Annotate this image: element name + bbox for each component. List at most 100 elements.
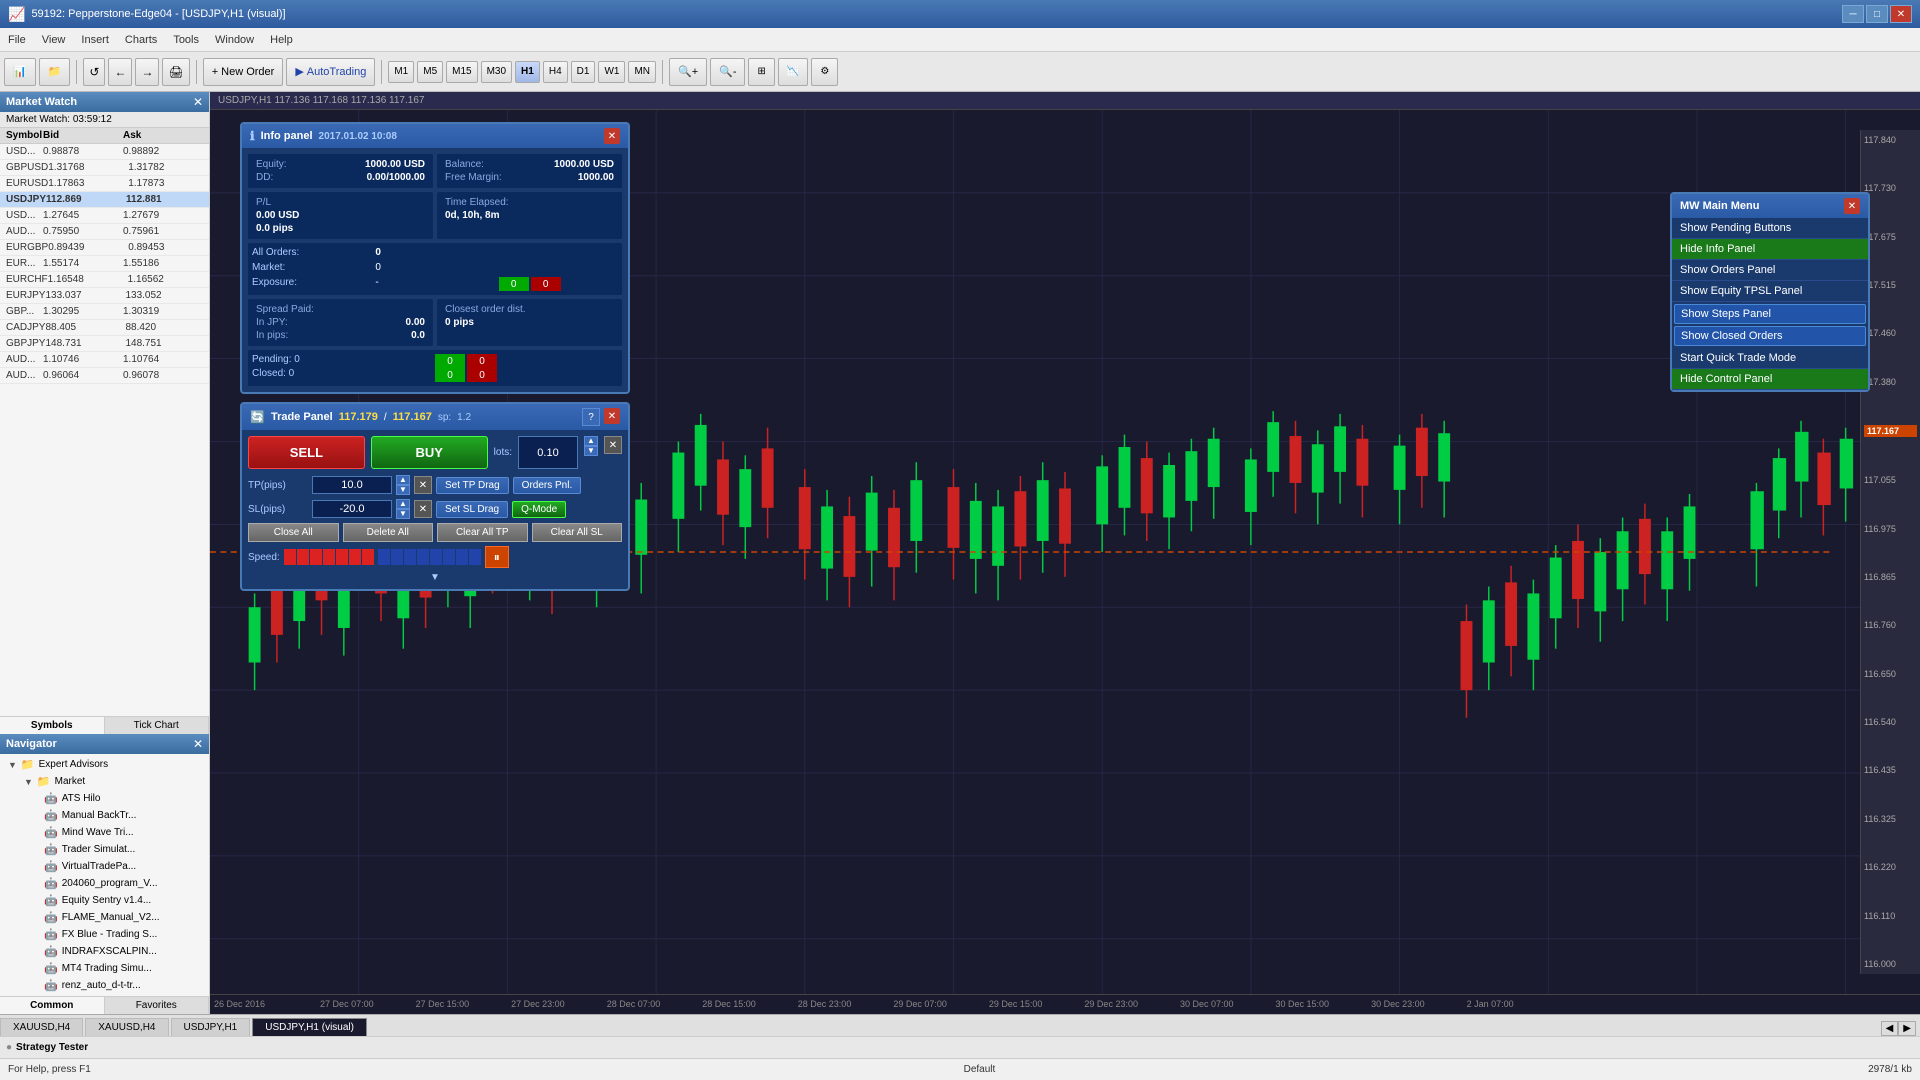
market-watch-row[interactable]: EURUSD1.178631.17873 [0,176,209,192]
delete-all-button[interactable]: Delete All [343,523,434,542]
market-watch-row[interactable]: GBPUSD1.317681.31782 [0,160,209,176]
nav-ea-item[interactable]: 🤖Manual BackTr... [40,807,205,824]
market-watch-row[interactable]: GBPJPY148.731148.751 [0,336,209,352]
zoom-out-button[interactable]: 🔍- [710,58,745,86]
clear-all-sl-button[interactable]: Clear All SL [532,523,623,542]
back-button[interactable]: ← [108,58,132,86]
tab-tick-chart[interactable]: Tick Chart [105,717,210,734]
nav-ea-item[interactable]: 🤖ATS Hilo [40,790,205,807]
sl-up-button[interactable]: ▲ [396,499,410,509]
sl-clear-button[interactable]: ✕ [414,500,432,518]
market-watch-row[interactable]: AUD...0.960640.96078 [0,368,209,384]
timeframe-m30[interactable]: M30 [481,61,512,83]
nav-ea-item[interactable]: 🤖VirtualTradePa... [40,858,205,875]
clear-all-tp-button[interactable]: Clear All TP [437,523,528,542]
sell-button[interactable]: SELL [248,436,365,469]
tab-xauusd-h4-2[interactable]: XAUUSD,H4 [85,1018,168,1036]
menu-help[interactable]: Help [262,32,301,48]
close-all-button[interactable]: Close All [248,523,339,542]
info-panel-close[interactable]: ✕ [604,128,620,144]
market-watch-row[interactable]: AUD...1.107461.10764 [0,352,209,368]
menu-charts[interactable]: Charts [117,32,165,48]
mw-menu-show-orders[interactable]: Show Orders Panel [1672,260,1868,281]
market-watch-close[interactable]: ✕ [193,95,203,109]
navigator-close[interactable]: ✕ [193,737,203,751]
menu-file[interactable]: File [0,32,34,48]
tp-clear-button[interactable]: ✕ [414,476,432,494]
nav-ea-item[interactable]: 🤖renz_auto_d-t-tr... [40,977,205,994]
sl-input[interactable] [312,500,392,518]
market-watch-row[interactable]: USDJPY112.869112.881 [0,192,209,208]
timeframe-m1[interactable]: M1 [388,61,414,83]
auto-trading-button[interactable]: ▶ AutoTrading [286,58,375,86]
nav-item-market[interactable]: ▼ 📁 Market [4,773,205,790]
orders-pnl-button[interactable]: Orders Pnl. [513,477,582,494]
mw-menu-quick-trade[interactable]: Start Quick Trade Mode [1672,348,1868,369]
menu-insert[interactable]: Insert [73,32,117,48]
tab-favorites[interactable]: Favorites [105,997,210,1014]
nav-ea-item[interactable]: 🤖Mind Wave Tri... [40,824,205,841]
tab-usdjpy-h1-visual[interactable]: USDJPY,H1 (visual) [252,1018,367,1036]
minimize-button[interactable]: ─ [1842,5,1864,23]
timeframe-m15[interactable]: M15 [446,61,477,83]
maximize-button[interactable]: □ [1866,5,1888,23]
trade-panel-expand[interactable]: ▼ [248,572,622,583]
mw-menu-hide-info[interactable]: Hide Info Panel [1672,239,1868,260]
tp-down-button[interactable]: ▼ [396,485,410,495]
q-mode-button[interactable]: Q-Mode [512,501,566,518]
tab-scroll-left[interactable]: ◀ [1881,1021,1899,1036]
nav-ea-item[interactable]: 🤖Trader Simulat... [40,841,205,858]
market-watch-row[interactable]: GBP...1.302951.30319 [0,304,209,320]
menu-window[interactable]: Window [207,32,262,48]
set-sl-drag-button[interactable]: Set SL Drag [436,501,508,518]
market-watch-row[interactable]: EURCHF1.165481.16562 [0,272,209,288]
nav-ea-item[interactable]: 🤖INDRAFXSCALPIN... [40,943,205,960]
tp-up-button[interactable]: ▲ [396,475,410,485]
market-watch-row[interactable]: USD...0.988780.98892 [0,144,209,160]
tp-input[interactable] [312,476,392,494]
market-watch-row[interactable]: AUD...0.759500.75961 [0,224,209,240]
terminal-item-strategy-tester[interactable]: ● Strategy Tester [6,1042,88,1053]
lots-up-button[interactable]: ▲ [584,436,598,446]
timeframe-mn[interactable]: MN [628,61,656,83]
market-watch-row[interactable]: CADJPY88.40588.420 [0,320,209,336]
trade-help-button[interactable]: ? [582,408,600,426]
mw-menu-close[interactable]: ✕ [1844,198,1860,214]
mw-menu-show-equity-tpsl[interactable]: Show Equity TPSL Panel [1672,281,1868,302]
timeframe-h4[interactable]: H4 [543,61,568,83]
nav-ea-item[interactable]: 🤖FX Blue - Trading S... [40,926,205,943]
trade-panel-close[interactable]: ✕ [604,408,620,424]
mw-menu-hide-control[interactable]: Hide Control Panel [1672,369,1868,390]
tab-symbols[interactable]: Symbols [0,717,105,734]
zoom-in-button[interactable]: 🔍+ [669,58,707,86]
nav-ea-item[interactable]: 🤖MT4 Trading Simu... [40,960,205,977]
set-tp-drag-button[interactable]: Set TP Drag [436,477,509,494]
new-chart-button[interactable]: 📊 [4,58,36,86]
chart-grid-button[interactable]: ⊞ [748,58,774,86]
close-button[interactable]: ✕ [1890,5,1912,23]
tab-usdjpy-h1[interactable]: USDJPY,H1 [171,1018,251,1036]
timeframe-d1[interactable]: D1 [571,61,596,83]
nav-ea-item[interactable]: 🤖204060_program_V... [40,875,205,892]
tab-common[interactable]: Common [0,997,105,1014]
market-watch-row[interactable]: EURJPY133.037133.052 [0,288,209,304]
indicators-button[interactable]: 📉 [778,58,808,86]
settings-button[interactable]: ⚙ [811,58,838,86]
timeframe-m5[interactable]: M5 [417,61,443,83]
profile-button[interactable]: 📁 [39,58,71,86]
menu-view[interactable]: View [34,32,74,48]
tab-xauusd-h4-1[interactable]: XAUUSD,H4 [0,1018,83,1036]
timeframe-w1[interactable]: W1 [598,61,625,83]
pause-button[interactable]: ⏸ [485,546,509,568]
nav-item-ea[interactable]: ▼ 📁 Expert Advisors [4,756,205,773]
market-watch-row[interactable]: USD...1.276451.27679 [0,208,209,224]
mw-menu-show-pending[interactable]: Show Pending Buttons [1672,218,1868,239]
new-order-button[interactable]: + New Order [203,58,284,86]
nav-ea-item[interactable]: 🤖Equity Sentry v1.4... [40,892,205,909]
forward-button[interactable]: → [135,58,159,86]
refresh-button[interactable]: ↺ [83,58,105,86]
market-watch-row[interactable]: EUR...1.551741.55186 [0,256,209,272]
lots-clear-button[interactable]: ✕ [604,436,622,454]
market-watch-row[interactable]: EURGBP0.894390.89453 [0,240,209,256]
menu-tools[interactable]: Tools [165,32,207,48]
